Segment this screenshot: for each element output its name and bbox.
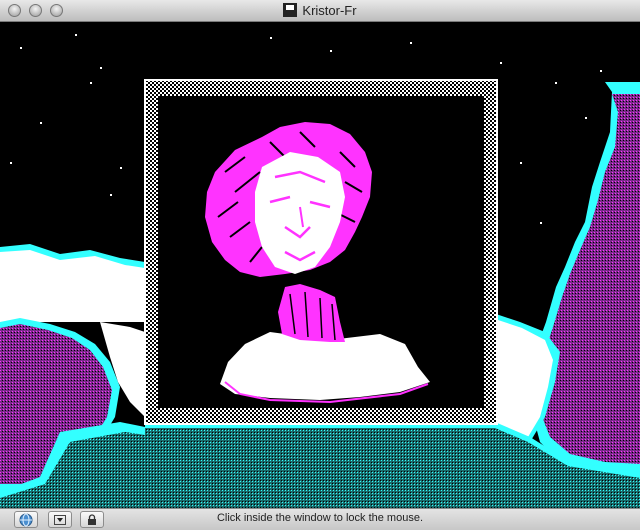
game-screen[interactable] [0,22,640,508]
window-title: Kristor-Fr [302,3,357,18]
game-artwork [0,22,640,508]
floppy-disk-icon [283,3,298,17]
title-bar[interactable]: Kristor-Fr [0,0,640,22]
status-bar: Click inside the window to lock the mous… [0,508,640,530]
status-message: Click inside the window to lock the mous… [216,512,424,524]
emulator-window: Kristor-Fr Click inside the window to lo… [0,0,640,530]
